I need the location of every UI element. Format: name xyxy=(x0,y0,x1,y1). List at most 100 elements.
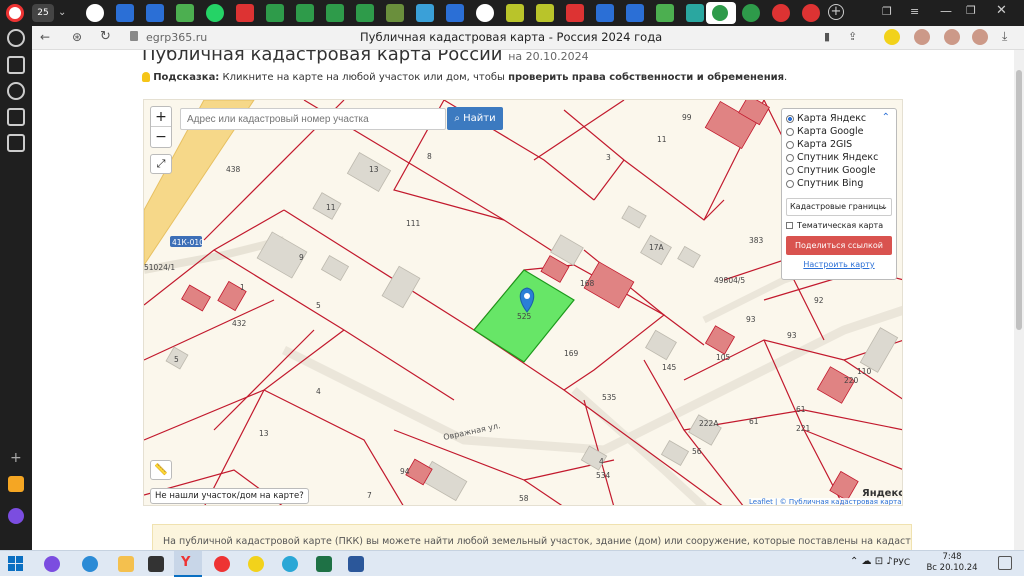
notification-icon[interactable] xyxy=(998,556,1012,570)
thematic-checkbox[interactable] xyxy=(786,222,793,229)
radio-button[interactable] xyxy=(786,140,794,149)
page-scrollbar[interactable] xyxy=(1014,50,1024,550)
tab-icon[interactable] xyxy=(476,4,494,22)
close-icon[interactable]: ✕ xyxy=(996,3,1007,18)
layer-option[interactable]: Карта 2GIS xyxy=(786,138,892,151)
radio-button[interactable] xyxy=(786,153,794,162)
whatsapp-tab-icon[interactable] xyxy=(206,4,224,22)
chevron-down-icon[interactable]: ⌄ xyxy=(58,4,72,22)
zoom-out-button[interactable]: − xyxy=(151,127,171,147)
clock[interactable]: 7:48 Вс 20.10.24 xyxy=(924,552,980,574)
tab-icon[interactable] xyxy=(266,4,284,22)
clock-icon[interactable] xyxy=(7,29,25,47)
collections-icon[interactable] xyxy=(7,56,25,74)
mail-tab-icon[interactable] xyxy=(446,4,464,22)
yandex-browser-taskbar[interactable]: Y xyxy=(174,551,202,577)
edge-icon[interactable] xyxy=(82,556,98,572)
screenshot-icon[interactable] xyxy=(7,134,25,152)
chevron-up-icon[interactable]: ⌃ xyxy=(882,112,890,123)
app-icon[interactable] xyxy=(248,556,264,572)
search-field[interactable] xyxy=(180,108,446,130)
tab-count-badge[interactable]: 25 xyxy=(32,4,54,22)
word-icon[interactable] xyxy=(348,556,364,572)
extension-icon[interactable] xyxy=(914,29,930,45)
download-icon[interactable]: ⤓ xyxy=(1002,29,1007,44)
folder-icon[interactable] xyxy=(118,556,134,572)
tab-icon[interactable] xyxy=(236,4,254,22)
map-attribution[interactable]: Leaflet | © Публичная кадастровая карта,… xyxy=(749,498,902,505)
tab-icon[interactable] xyxy=(596,4,614,22)
tab-icon[interactable] xyxy=(566,4,584,22)
alice-icon[interactable] xyxy=(8,508,24,524)
protect-icon[interactable]: ⊛ xyxy=(72,30,82,44)
alice-icon[interactable] xyxy=(44,556,60,572)
active-tab[interactable] xyxy=(706,2,736,24)
tab-icon[interactable] xyxy=(176,4,194,22)
url-text[interactable]: egrp365.ru xyxy=(146,31,207,44)
store-icon[interactable] xyxy=(148,556,164,572)
app-icon[interactable] xyxy=(8,476,24,492)
radio-button[interactable] xyxy=(786,179,794,188)
new-tab-icon[interactable]: + xyxy=(828,4,844,20)
configure-map-link[interactable]: Настроить карту xyxy=(786,260,892,269)
extension-icon[interactable] xyxy=(972,29,988,45)
tab-icon[interactable] xyxy=(326,4,344,22)
zoom-in-button[interactable]: + xyxy=(151,107,171,127)
tab-icon[interactable] xyxy=(356,4,374,22)
tab-icon[interactable] xyxy=(116,4,134,22)
tab-icon[interactable] xyxy=(386,4,404,22)
layer-option[interactable]: Спутник Bing xyxy=(786,177,892,190)
back-icon[interactable]: ← xyxy=(40,30,50,44)
reload-icon[interactable]: ↻ xyxy=(100,29,111,44)
radio-button[interactable] xyxy=(786,114,794,123)
layer-option[interactable]: Спутник Google xyxy=(786,164,892,177)
app-icon[interactable] xyxy=(282,556,298,572)
ruler-icon[interactable]: 📏 xyxy=(150,460,172,480)
tab-icon[interactable] xyxy=(802,4,820,22)
tab-icon[interactable] xyxy=(536,4,554,22)
tab-icon[interactable] xyxy=(656,4,674,22)
tabs-icon[interactable]: ❐ xyxy=(882,5,892,18)
weather-icon[interactable] xyxy=(7,108,25,126)
search-button[interactable]: ⌕ Найти xyxy=(447,107,503,130)
tab-clock-icon[interactable] xyxy=(86,4,104,22)
tab-icon[interactable] xyxy=(626,4,644,22)
add-icon[interactable]: + xyxy=(10,450,22,466)
extension-icon[interactable] xyxy=(944,29,960,45)
input-language[interactable]: РУС xyxy=(893,558,910,568)
not-found-button[interactable]: Не нашли участок/дом на карте? xyxy=(150,488,309,504)
scrollbar-thumb[interactable] xyxy=(1016,70,1022,330)
tab-icon[interactable] xyxy=(296,4,314,22)
extension-icon[interactable] xyxy=(884,29,900,45)
fullscreen-button[interactable]: ⤢ xyxy=(150,154,172,174)
bookmark-icon[interactable]: ▮ xyxy=(824,30,830,43)
svg-text:169: 169 xyxy=(564,349,579,358)
layer-option-label: Карта Яндекс xyxy=(797,113,867,124)
tray-icons[interactable]: ⌃ ☁ ⊡ ♪ xyxy=(850,556,893,567)
menu-icon[interactable]: ≡ xyxy=(910,5,919,18)
search-input[interactable] xyxy=(181,109,445,129)
yandex-browser-icon[interactable] xyxy=(6,4,24,22)
tab-icon[interactable] xyxy=(506,4,524,22)
tab-icon[interactable] xyxy=(772,4,790,22)
maximize-icon[interactable]: ❐ xyxy=(966,4,976,17)
excel-icon[interactable] xyxy=(316,556,332,572)
share-icon[interactable]: ⇪ xyxy=(848,30,857,43)
layer-option[interactable]: Спутник Яндекс xyxy=(786,151,892,164)
windows-start-icon[interactable] xyxy=(8,556,24,572)
radio-button[interactable] xyxy=(786,127,794,136)
layer-option[interactable]: Карта Яндекс xyxy=(786,112,892,125)
play-icon[interactable] xyxy=(7,82,25,100)
layer-option-label: Карта Google xyxy=(797,126,864,137)
yandex-icon[interactable] xyxy=(214,556,230,572)
share-link-button[interactable]: Поделиться ссылкой xyxy=(786,236,892,255)
tab-icon[interactable] xyxy=(416,4,434,22)
minimize-icon[interactable]: — xyxy=(940,4,952,18)
boundaries-select[interactable]: Кадастровые границы ⌄ xyxy=(786,198,892,216)
tab-icon[interactable] xyxy=(686,4,704,22)
layer-option[interactable]: Карта Google xyxy=(786,125,892,138)
cadastral-map[interactable]: Овражная ул. 41К-010 8 3 11 13 11 111 9 … xyxy=(143,99,903,506)
tab-icon[interactable] xyxy=(742,4,760,22)
radio-button[interactable] xyxy=(786,166,794,175)
tab-icon[interactable] xyxy=(146,4,164,22)
